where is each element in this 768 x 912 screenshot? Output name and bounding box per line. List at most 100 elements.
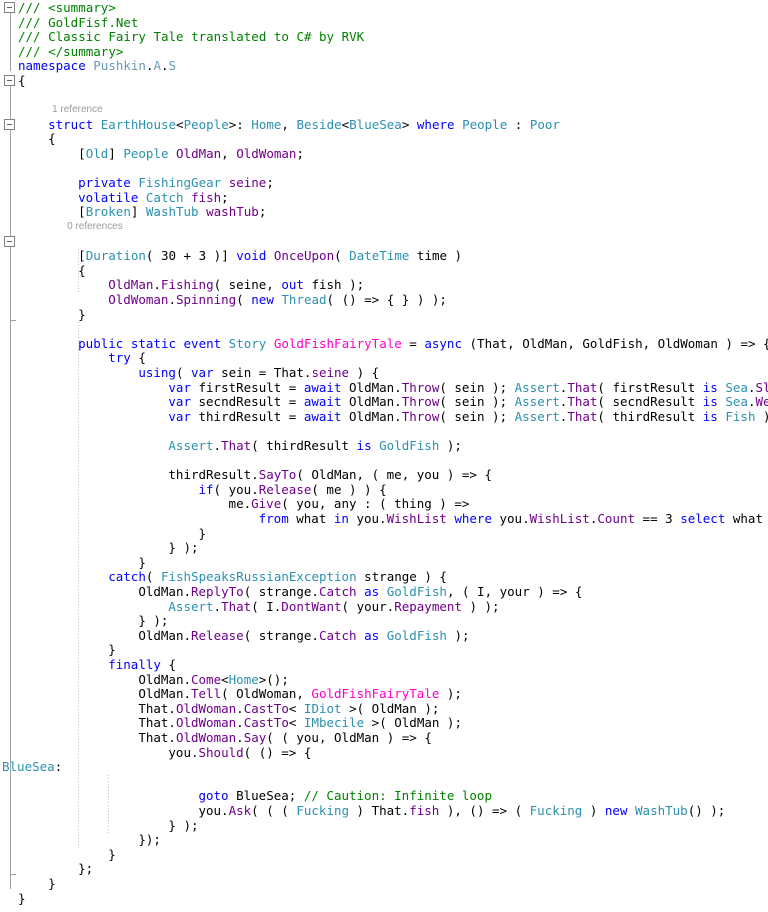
code-line[interactable]: } ); xyxy=(168,818,198,834)
code-line[interactable]: OldMan.Release( strange.Catch as GoldFis… xyxy=(138,627,469,644)
code-line[interactable]: namespace Pushkin.A.S xyxy=(18,59,176,74)
code-token: Fucking xyxy=(529,803,583,818)
code-line[interactable]: volatile Catch fish; xyxy=(78,189,229,206)
code-line[interactable]: goto BlueSea; // Caution: Infinite loop xyxy=(198,789,492,804)
code-line[interactable]: { xyxy=(18,73,26,89)
code-line[interactable]: /// <summary> xyxy=(18,0,116,16)
code-line[interactable]: var thirdResult = await OldMan.Throw( se… xyxy=(168,408,768,425)
code-line[interactable]: /// Classic Fairy Tale translated to C# … xyxy=(18,29,364,45)
code-token: That. xyxy=(138,730,176,745)
code-token: < xyxy=(288,700,304,716)
code-line[interactable]: That.OldWoman.CastTo< IMbecile >( OldMan… xyxy=(138,716,462,731)
code-line[interactable]: } xyxy=(48,876,56,892)
code-line[interactable]: public static event Story GoldFishFairyT… xyxy=(78,336,768,352)
code-line[interactable]: OldMan.Fishing( seine, out fish ); xyxy=(108,278,364,293)
code-surface[interactable]: /// <summary>/// GoldFisf.Net/// Classic… xyxy=(0,0,768,912)
code-line[interactable]: [Duration( 30 + 3 )] void OnceUpon( Date… xyxy=(78,248,462,264)
code-line[interactable]: thirdResult.SayTo( OldMan, ( me, you ) =… xyxy=(168,467,492,483)
code-token: { xyxy=(78,262,86,278)
code-token: seine xyxy=(228,175,267,191)
code-line[interactable]: OldMan.Tell( OldWoman, GoldFishFairyTale… xyxy=(138,686,462,702)
code-line[interactable]: { xyxy=(78,262,86,279)
code-line[interactable]: [Broken] WashTub washTub; xyxy=(78,205,266,220)
code-line[interactable]: } ); xyxy=(168,540,199,556)
code-line[interactable]: That.OldWoman.CastTo< IDiot >( OldMan ); xyxy=(138,700,439,717)
code-line[interactable]: private FishingGear seine; xyxy=(78,175,274,191)
code-token: is xyxy=(356,438,372,453)
code-line[interactable]: Assert.That( thirdResult is GoldFish ); xyxy=(168,438,462,454)
code-line[interactable]: Assert.That( I.DontWant( your.Repayment … xyxy=(168,598,500,615)
code-line[interactable]: } xyxy=(138,555,146,571)
code-line[interactable]: }; xyxy=(78,862,93,877)
code-line[interactable]: That.OldWoman.Say( ( you, OldMan ) => { xyxy=(138,730,432,746)
code-token: , ( I, your ) => { xyxy=(446,584,583,599)
code-token: < xyxy=(288,715,304,731)
code-token: Catch xyxy=(318,627,357,643)
code-line[interactable]: you.Ask( ( ( Fucking ) That.fish ), () =… xyxy=(198,803,725,819)
code-line[interactable]: OldMan.ReplyTo( strange.Catch as GoldFis… xyxy=(138,584,583,600)
code-token: . xyxy=(213,438,222,453)
code-line[interactable]: } xyxy=(78,307,86,323)
code-token: } ); xyxy=(168,540,199,556)
code-token: var xyxy=(168,408,191,424)
code-token: Catch xyxy=(145,189,184,205)
code-token: { xyxy=(18,73,26,88)
code-line[interactable]: var secndResult = await OldMan.Throw( se… xyxy=(168,394,768,410)
code-token: == xyxy=(635,511,666,526)
code-line[interactable]: BlueSea: xyxy=(2,759,62,775)
code-line[interactable]: catch( FishSpeaksRussianException strang… xyxy=(108,570,447,585)
code-token: . xyxy=(236,700,244,716)
code-token: . xyxy=(236,715,244,731)
code-token: [ xyxy=(78,248,86,264)
code-token: new xyxy=(251,292,274,307)
code-line[interactable]: } xyxy=(198,526,206,542)
code-line[interactable]: you.Should( () => { xyxy=(168,744,311,761)
code-token: } xyxy=(18,890,26,906)
code-token: People xyxy=(183,116,229,132)
code-line[interactable]: using( var sein = That.seine ) { xyxy=(138,365,380,381)
code-token: ) That. xyxy=(349,803,410,818)
code-token: ) { xyxy=(349,365,380,380)
codelens-reference-count[interactable]: 0 references xyxy=(67,220,123,235)
code-line[interactable]: } xyxy=(108,847,116,863)
code-token: IMbecile xyxy=(303,715,365,731)
code-line[interactable]: var firstResult = await OldMan.Throw( se… xyxy=(168,379,768,396)
code-line[interactable]: me.Give( you, any : ( thing ) => xyxy=(229,497,470,512)
code-line[interactable]: { xyxy=(48,132,56,147)
code-token: Duration xyxy=(85,248,146,264)
code-token: Sea xyxy=(725,379,748,395)
code-line[interactable]: } ); xyxy=(138,613,168,629)
code-token: . xyxy=(153,277,161,293)
code-token: [ xyxy=(78,146,86,161)
code-line[interactable]: struct EarthHouse<People>: Home, Beside<… xyxy=(48,116,560,133)
code-token: ( thirdResult xyxy=(251,438,357,453)
code-token: ) ); xyxy=(461,598,500,614)
code-token: > xyxy=(401,116,417,132)
code-token: you. xyxy=(168,744,199,760)
code-line[interactable]: /// GoldFisf.Net xyxy=(18,15,138,31)
codelens-reference-count[interactable]: 1 reference xyxy=(52,103,103,118)
code-line[interactable]: } xyxy=(108,643,116,658)
code-token: Say xyxy=(243,730,267,745)
code-line[interactable]: finally { xyxy=(108,657,176,673)
code-token: ( strange. xyxy=(243,584,319,599)
code-line[interactable]: /// </summary> xyxy=(18,44,123,60)
code-token: Should xyxy=(198,744,244,760)
code-line[interactable]: } xyxy=(18,890,26,907)
code-line[interactable]: }); xyxy=(138,832,161,848)
code-line[interactable]: OldWoman.Spinning( new Thread( () => { }… xyxy=(108,292,447,308)
code-token: ; xyxy=(258,204,267,220)
code-token: ; xyxy=(296,146,304,161)
code-token: goto xyxy=(198,788,229,804)
code-line[interactable]: try { xyxy=(108,351,146,366)
code-line[interactable]: [Old] People OldMan, OldWoman; xyxy=(78,146,304,162)
code-editor[interactable]: /// <summary>/// GoldFisf.Net/// Classic… xyxy=(0,0,768,912)
code-line[interactable]: from what in you.WishList where you.Wish… xyxy=(259,511,768,527)
code-line[interactable]: if( you.Release( me ) ) { xyxy=(198,482,386,498)
code-token: sein = That. xyxy=(213,365,312,380)
code-token: ( sein ); xyxy=(439,394,515,410)
code-token: strange ) { xyxy=(356,569,447,585)
code-line[interactable]: OldMan.Come<Home>(); xyxy=(138,672,289,688)
